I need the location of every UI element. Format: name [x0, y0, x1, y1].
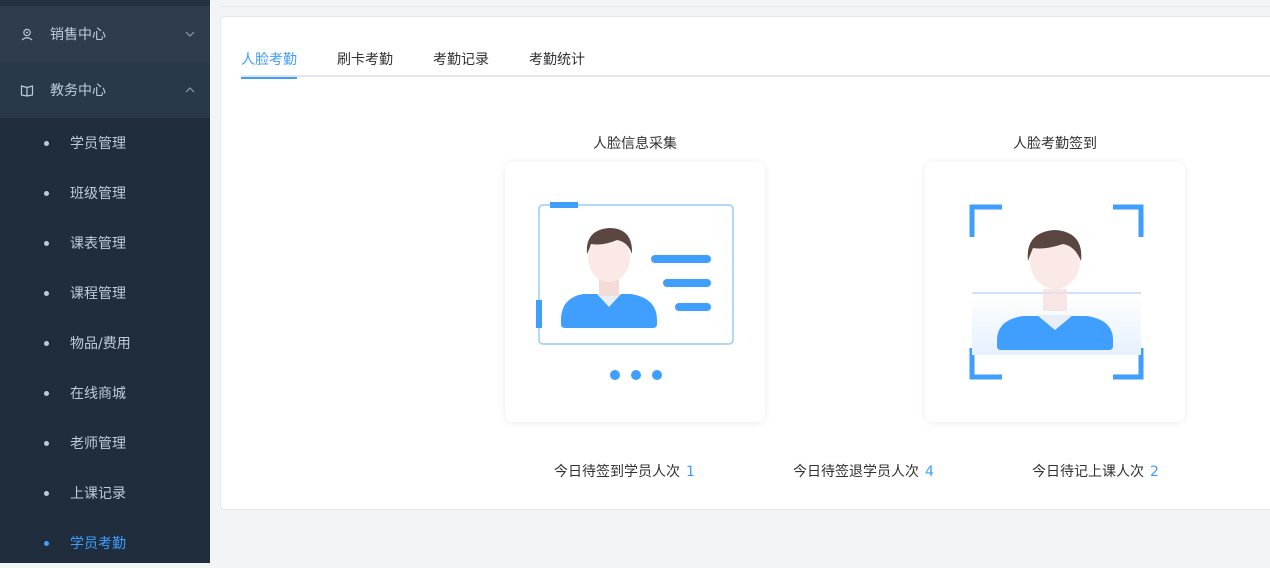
bullet-icon: [44, 141, 49, 146]
menu-group-label: 销售中心: [50, 24, 184, 44]
sidebar-item-label: 课表管理: [70, 233, 126, 253]
sidebar-item-label: 物品/费用: [70, 333, 131, 353]
main-area: 人脸考勤 刷卡考勤 考勤记录 考勤统计 人脸信息采集: [210, 0, 1270, 563]
face-collect-card[interactable]: [505, 162, 765, 422]
stat-value: 2: [1150, 464, 1159, 480]
menu-group-label: 教务中心: [50, 80, 184, 100]
panel-title-face-checkin: 人脸考勤签到: [925, 133, 1185, 153]
sidebar-item-teacher-management[interactable]: 老师管理: [0, 418, 210, 468]
stat-pending-checkin: 今日待签到学员人次 1: [554, 461, 695, 481]
stat-value: 1: [686, 464, 695, 480]
tab-bar: 人脸考勤 刷卡考勤 考勤记录 考勤统计: [241, 49, 1270, 77]
sidebar-item-label: 学员管理: [70, 133, 126, 153]
bullet-icon: [44, 191, 49, 196]
active-tab-indicator: [241, 77, 297, 79]
user-badge-icon: [20, 27, 34, 41]
bullet-icon: [44, 391, 49, 396]
sidebar-item-online-store[interactable]: 在线商城: [0, 368, 210, 418]
panel-title-face-collect: 人脸信息采集: [505, 133, 765, 153]
stat-pending-checkout: 今日待签退学员人次 4: [793, 461, 934, 481]
sidebar-item-timetable-management[interactable]: 课表管理: [0, 218, 210, 268]
tab-attendance-records[interactable]: 考勤记录: [433, 49, 489, 77]
tab-card-attendance[interactable]: 刷卡考勤: [337, 49, 393, 77]
sidebar-item-label: 上课记录: [70, 483, 126, 503]
tab-label: 刷卡考勤: [337, 52, 393, 68]
sidebar-item-label: 老师管理: [70, 433, 126, 453]
sidebar-item-student-management[interactable]: 学员管理: [0, 118, 210, 168]
tab-label: 考勤记录: [433, 52, 489, 68]
sidebar-item-course-management[interactable]: 课程管理: [0, 268, 210, 318]
bullet-icon: [44, 441, 49, 446]
sidebar-item-label: 学员考勤: [70, 533, 126, 553]
sidebar-item-class-management[interactable]: 班级管理: [0, 168, 210, 218]
face-scan-icon: [925, 162, 1185, 422]
tab-label: 考勤统计: [529, 52, 585, 68]
stat-label: 今日待签退学员人次: [793, 464, 919, 480]
bullet-icon: [44, 541, 49, 546]
sidebar-item-label: 班级管理: [70, 183, 126, 203]
sidebar-item-label: 在线商城: [70, 383, 126, 403]
bullet-icon: [44, 241, 49, 246]
stat-label: 今日待签到学员人次: [554, 464, 680, 480]
tab-label: 人脸考勤: [241, 52, 297, 68]
chevron-down-icon: [184, 29, 210, 39]
menu-group-sales[interactable]: 销售中心: [0, 6, 210, 62]
tab-attendance-stats[interactable]: 考勤统计: [529, 49, 585, 77]
sidebar: 销售中心 教务中心 学员管理 班级管理 课表管理 课程管理 物品/费用 在线商城…: [0, 0, 210, 563]
stat-label: 今日待记上课人次: [1032, 464, 1144, 480]
menu-group-teaching[interactable]: 教务中心: [0, 62, 210, 118]
stat-value: 4: [925, 464, 934, 480]
bullet-icon: [44, 491, 49, 496]
sidebar-item-class-records[interactable]: 上课记录: [0, 468, 210, 518]
top-divider: [220, 6, 1270, 7]
id-card-face-icon: [505, 162, 765, 422]
stat-pending-class-record: 今日待记上课人次 2: [1032, 461, 1159, 481]
sidebar-item-student-attendance[interactable]: 学员考勤: [0, 518, 210, 568]
face-checkin-card[interactable]: [925, 162, 1185, 422]
bullet-icon: [44, 291, 49, 296]
tab-face-attendance[interactable]: 人脸考勤: [241, 49, 297, 77]
sidebar-item-goods-fees[interactable]: 物品/费用: [0, 318, 210, 368]
chevron-up-icon: [184, 85, 210, 95]
sidebar-item-label: 课程管理: [70, 283, 126, 303]
content-card: 人脸考勤 刷卡考勤 考勤记录 考勤统计 人脸信息采集: [220, 16, 1270, 510]
bullet-icon: [44, 341, 49, 346]
book-icon: [20, 83, 34, 97]
